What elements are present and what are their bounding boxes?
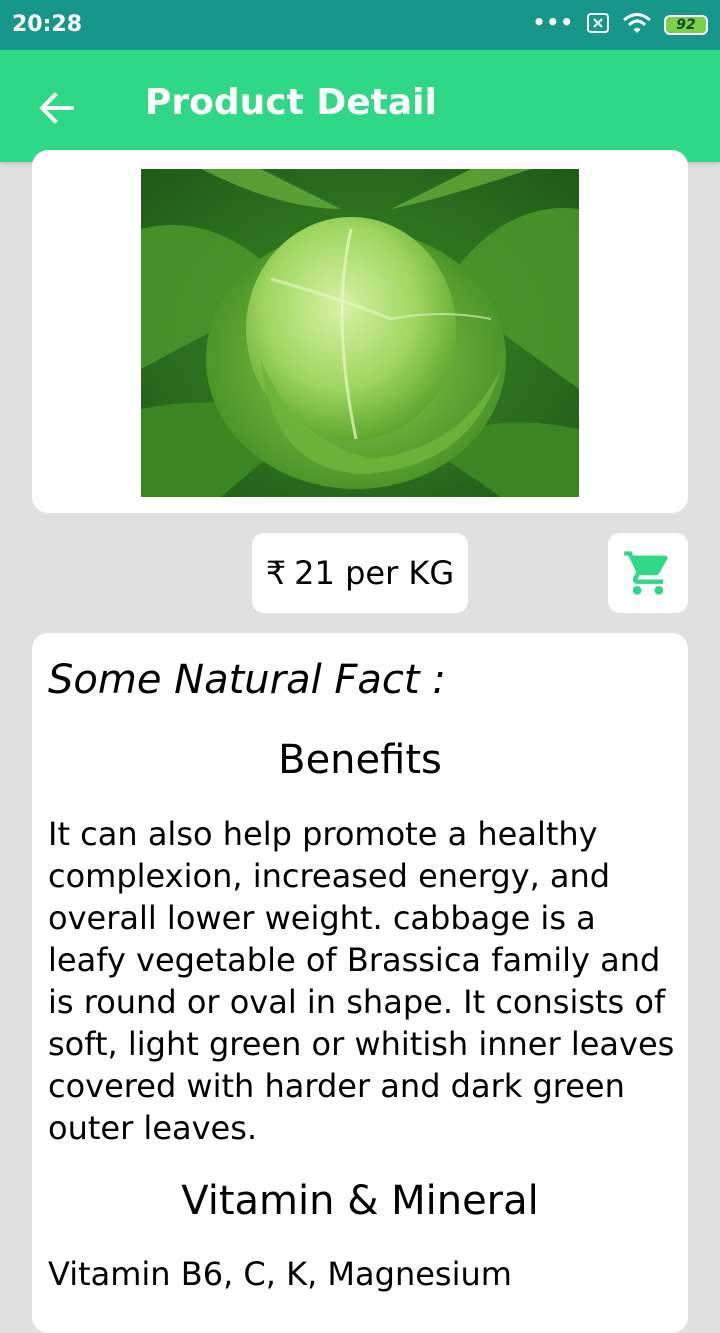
vitamin-title: Vitamin & Mineral [181, 1178, 539, 1224]
vitamin-text: Vitamin B6, C, K, Magnesium [48, 1255, 512, 1293]
notification-dots: ••• [532, 10, 574, 34]
page-title: Product Detail [145, 82, 437, 123]
benefits-title: Benefits [278, 737, 442, 783]
product-info-card: Some Natural Fact : Benefits It can also… [32, 633, 688, 1333]
status-bar: 20:28 ••• 92 [0, 0, 720, 50]
app-bar: Product Detail [0, 50, 720, 162]
sim-icon [586, 12, 610, 38]
wifi-icon [622, 11, 652, 39]
back-arrow-icon [39, 92, 74, 124]
add-to-cart-button[interactable] [608, 533, 688, 613]
back-button[interactable] [32, 84, 80, 132]
cart-icon [624, 551, 668, 595]
benefits-text: It can also help promote a healthy compl… [48, 815, 675, 1147]
status-time: 20:28 [12, 12, 83, 37]
price-text: 21 per KG [294, 554, 455, 592]
status-icons: ••• 92 [533, 12, 708, 38]
product-image-card [32, 150, 688, 513]
product-image [141, 169, 579, 497]
price-label: ₹ 21 per KG [252, 533, 468, 613]
fact-heading: Some Natural Fact : [48, 657, 446, 703]
currency-symbol: ₹ [265, 554, 287, 592]
battery-icon: 92 [664, 15, 708, 35]
